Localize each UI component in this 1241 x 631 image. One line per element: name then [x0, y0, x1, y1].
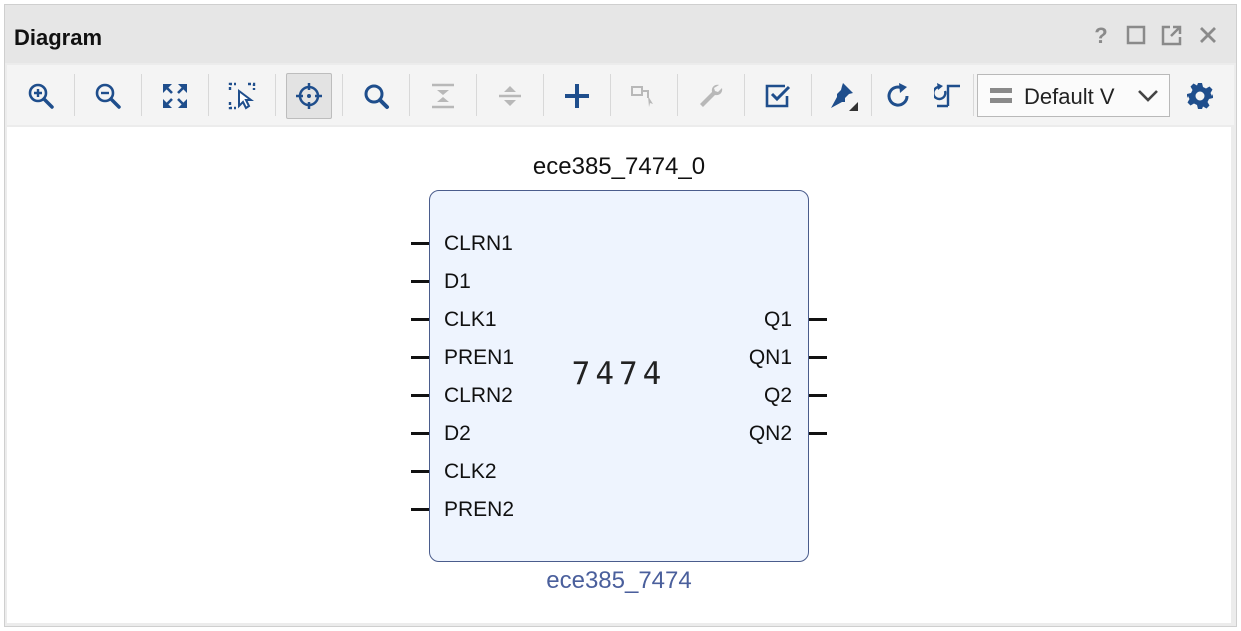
view-dropdown-value: Default V	[1024, 84, 1115, 109]
port-label: PREN1	[444, 346, 515, 369]
port-pin[interactable]	[809, 432, 827, 435]
port-pin[interactable]	[411, 280, 429, 283]
port-label: Q2	[763, 384, 792, 407]
input-port[interactable]: PREN1	[411, 343, 611, 373]
port-pin[interactable]	[411, 470, 429, 473]
expand-icon[interactable]	[487, 73, 533, 119]
chevron-down-icon	[1137, 88, 1159, 108]
wrench-icon[interactable]	[688, 73, 734, 119]
input-port[interactable]: D2	[411, 419, 611, 449]
port-pin[interactable]	[411, 356, 429, 359]
port-label: QN2	[748, 422, 792, 445]
port-label: PREN2	[444, 498, 515, 521]
module-name[interactable]: ece385_7474	[429, 567, 809, 595]
input-port[interactable]: CLRN2	[411, 381, 611, 411]
add-icon[interactable]	[554, 73, 600, 119]
gear-icon[interactable]	[1177, 73, 1223, 119]
diagram-canvas[interactable]: ece385_7474_0 7474 ece385_7474 CLRN1 D1 CL…	[7, 127, 1231, 623]
input-port[interactable]: CLK1	[411, 305, 611, 335]
zoom-out-icon[interactable]	[85, 73, 131, 119]
zoom-area-icon[interactable]	[219, 73, 265, 119]
pin-icon[interactable]	[820, 73, 866, 119]
fit-icon[interactable]	[152, 73, 198, 119]
close-icon[interactable]	[1194, 21, 1222, 49]
port-label: D2	[444, 422, 471, 445]
input-port[interactable]: CLK2	[411, 457, 611, 487]
view-dropdown[interactable]: Default V	[977, 74, 1170, 117]
port-label: CLRN2	[444, 384, 513, 407]
maximize-icon[interactable]	[1122, 21, 1150, 49]
port-label: CLK2	[444, 460, 497, 483]
panel-title: Diagram	[14, 25, 103, 50]
port-pin[interactable]	[411, 318, 429, 321]
toolbar: Default V	[7, 65, 1234, 125]
port-pin[interactable]	[809, 394, 827, 397]
output-port[interactable]: QN1	[627, 343, 827, 373]
port-pin[interactable]	[411, 508, 429, 511]
port-label: CLRN1	[444, 232, 513, 255]
port-pin[interactable]	[411, 432, 429, 435]
input-port[interactable]: PREN2	[411, 495, 611, 525]
zoom-in-icon[interactable]	[18, 73, 64, 119]
view-layers-icon	[990, 86, 1012, 110]
help-icon[interactable]: ?	[1087, 21, 1115, 49]
refresh-icon[interactable]	[875, 73, 921, 119]
collapse-icon[interactable]	[420, 73, 466, 119]
output-port[interactable]: QN2	[627, 419, 827, 449]
float-icon[interactable]	[1158, 21, 1186, 49]
port-pin[interactable]	[809, 356, 827, 359]
search-icon[interactable]	[353, 73, 399, 119]
instance-name[interactable]: ece385_7474_0	[429, 153, 809, 181]
regenerate-layout-icon[interactable]	[925, 73, 971, 119]
output-port[interactable]: Q1	[627, 305, 827, 335]
port-label: Q1	[763, 308, 792, 331]
input-port[interactable]: D1	[411, 267, 611, 297]
make-connection-icon[interactable]	[621, 73, 667, 119]
diagram-panel: Diagram ? Default V ece385_7474_0 7474 e…	[4, 4, 1237, 627]
svg-text:?: ?	[1094, 23, 1107, 47]
port-label: D1	[444, 270, 471, 293]
port-pin[interactable]	[809, 318, 827, 321]
port-pin[interactable]	[411, 394, 429, 397]
port-pin[interactable]	[411, 242, 429, 245]
input-port[interactable]: CLRN1	[411, 229, 611, 259]
port-label: CLK1	[444, 308, 497, 331]
port-label: QN1	[748, 346, 792, 369]
output-port[interactable]: Q2	[627, 381, 827, 411]
title-bar: Diagram ?	[5, 5, 1236, 63]
validate-icon[interactable]	[755, 73, 801, 119]
auto-fit-icon[interactable]	[286, 73, 332, 119]
